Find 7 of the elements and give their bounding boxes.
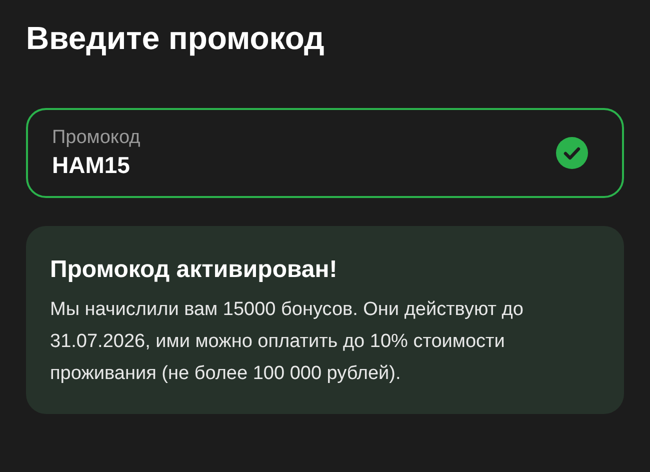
checkmark-icon xyxy=(556,137,588,169)
notice-title: Промокод активирован! xyxy=(50,255,338,285)
notice-text: Мы начислили вам 15000 бонусов. Они действуют до 31.07.2026, ими можно оплатить до 10% стоимости проживания (не более 100 000 рублей). xyxy=(50,298,524,386)
page-title: Введите промокод xyxy=(26,19,324,58)
promo-code-field[interactable]: Промокод HAM15 xyxy=(26,108,624,198)
field-value: HAM15 xyxy=(52,151,130,180)
field-label: Промокод xyxy=(52,126,140,150)
